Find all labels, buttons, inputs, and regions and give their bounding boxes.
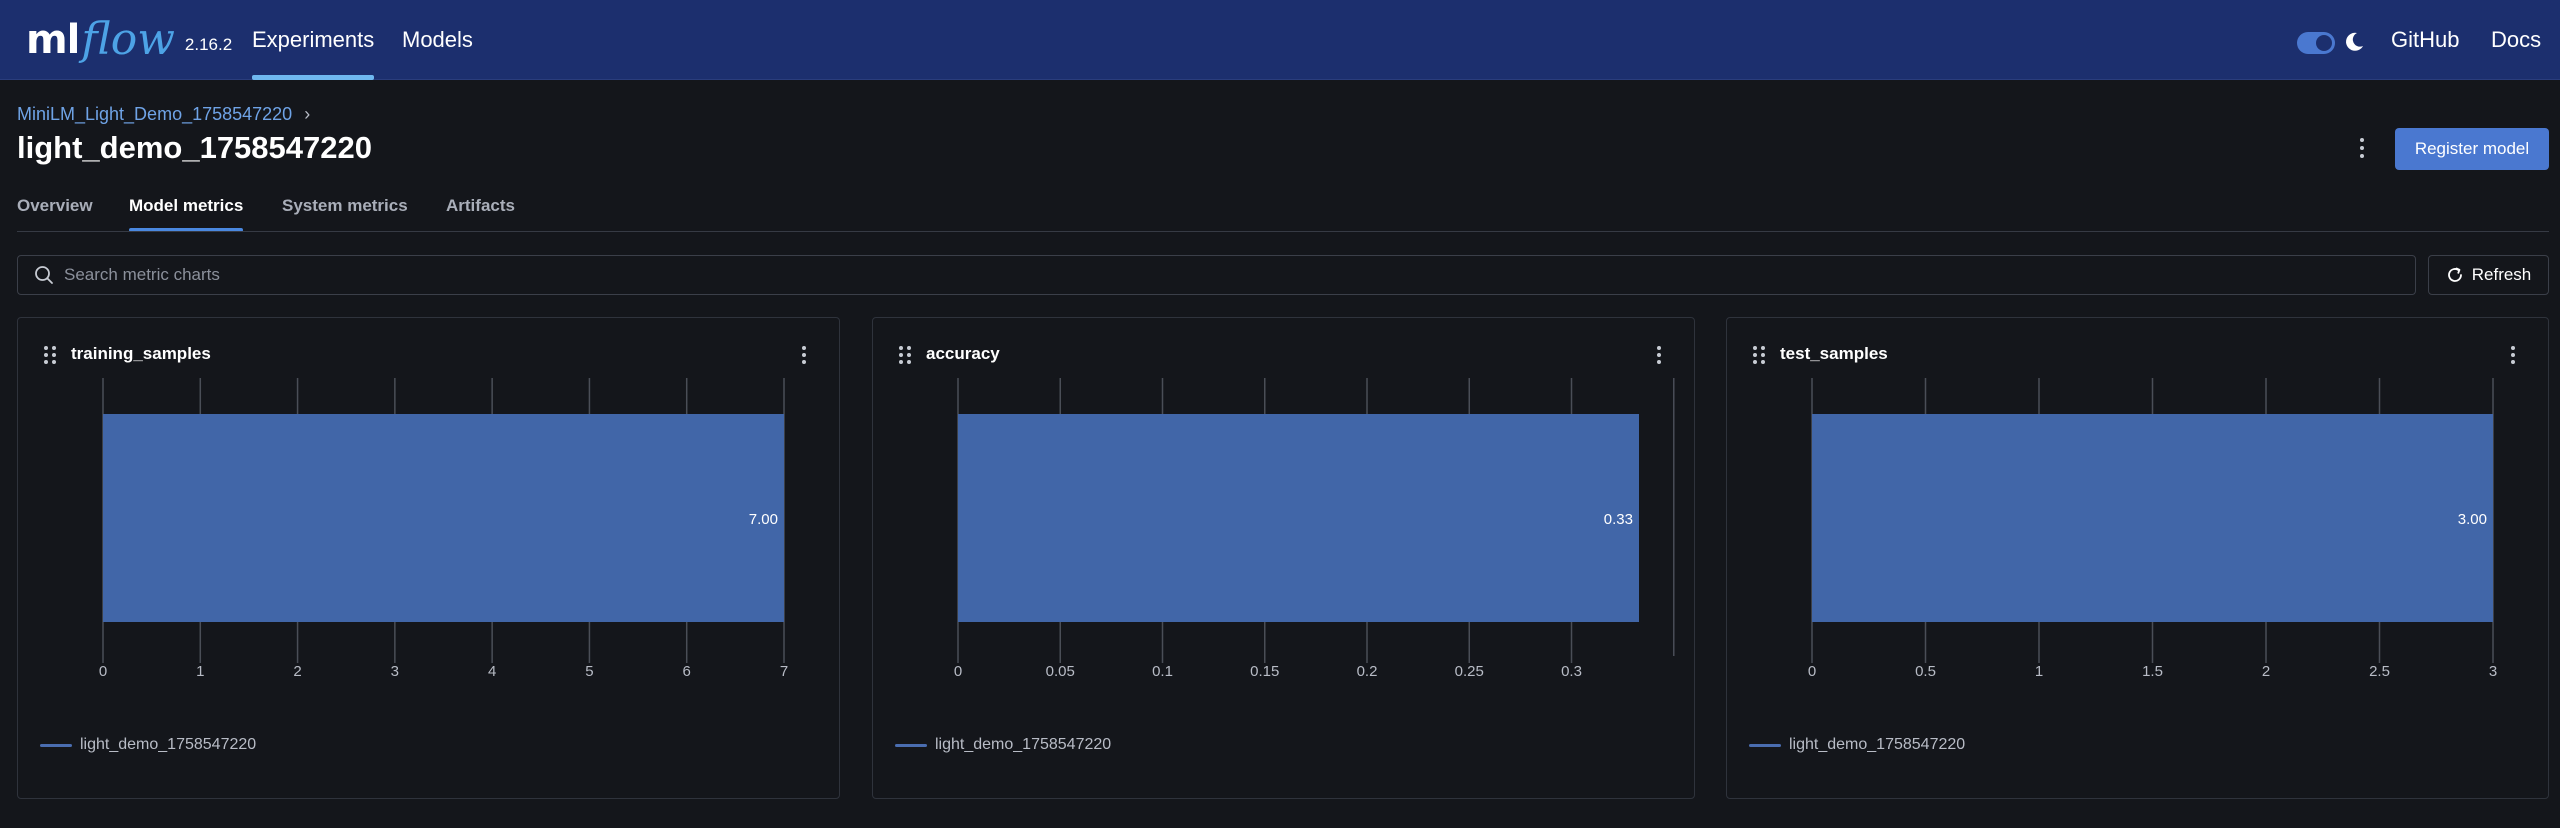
logo-ml-text: ml [26,17,80,63]
kebab-dot [2360,138,2364,142]
chart-title: training_samples [71,344,211,363]
legend-label: light_demo_1758547220 [1789,736,1966,753]
breadcrumb: MiniLM_Light_Demo_1758547220 › [17,104,310,125]
page-title: light_demo_1758547220 [17,130,372,165]
chart-title: test_samples [1780,344,1888,363]
tick-label: 3 [2489,663,2497,680]
data-label: 3.00 [2458,511,2487,528]
chevron-right-icon: › [304,104,311,124]
logo-flow-text: flow [81,14,175,65]
chart-options-button[interactable] [2508,344,2518,366]
legend-swatch [40,743,72,747]
tick-label: 0.5 [1915,663,1936,680]
chart-legend: light_demo_1758547220 [1749,736,1965,754]
refresh-button[interactable]: Refresh [2428,255,2549,295]
bar [1812,414,2493,622]
nav-experiments[interactable]: Experiments [252,0,375,80]
tick-label: 1.5 [2142,663,2163,680]
bar [958,414,1639,622]
search-box[interactable] [17,255,2416,295]
tick-label: 0.2 [1357,663,1378,680]
top-nav-bar: ml flow 2.16.2 Experiments Models GitHub… [0,0,2560,80]
tabs-divider [17,231,2549,232]
metric-card-accuracy: accuracy 0.33 0 0.05 0.1 0.15 0.2 0.25 0.3 ligh… [872,317,1695,799]
moon-icon [2346,32,2363,51]
tick-label: 4 [488,663,496,680]
tab-artifacts[interactable]: Artifacts [446,196,515,232]
tick-label: 7 [780,663,788,680]
theme-toggle[interactable] [2297,32,2335,54]
nav-models-label: Models [402,27,473,52]
more-options-button[interactable] [2352,134,2372,162]
tick-label: 2 [2262,663,2270,680]
nav-models[interactable]: Models [402,0,473,80]
data-label: 7.00 [749,511,778,528]
bar-chart: 7.00 0 1 2 3 4 5 6 7 [99,378,788,680]
legend-swatch [895,743,927,747]
drag-handle-icon[interactable] [44,346,56,364]
mlflow-logo[interactable]: ml flow 2.16.2 [26,8,232,68]
tick-label: 0.1 [1152,663,1173,680]
metric-card-training-samples: training_samples 7.00 0 1 2 3 4 5 6 7 light_demo… [17,317,840,799]
drag-handle-icon[interactable] [899,346,911,364]
search-icon [35,266,53,284]
refresh-label: Refresh [2471,265,2532,284]
tick-label: 1 [196,663,204,680]
bar-chart: 0.33 0 0.05 0.1 0.15 0.2 0.25 0.3 [954,378,1675,680]
tab-system-metrics[interactable]: System metrics [282,196,408,232]
github-label: GitHub [2391,27,2460,52]
tick-label: 3 [391,663,399,680]
chart-options-button[interactable] [1654,344,1664,366]
tick-label: 0 [1808,663,1816,680]
tick-label: 0.15 [1250,663,1279,680]
tab-model-metrics[interactable]: Model metrics [129,196,244,232]
data-label: 0.33 [1604,511,1633,528]
tick-label: 1 [2035,663,2043,680]
tick-label: 0.3 [1561,663,1582,680]
version-label: 2.16.2 [184,35,233,54]
tick-label: 0.05 [1046,663,1075,680]
github-link[interactable]: GitHub [2391,0,2459,80]
legend-label: light_demo_1758547220 [80,736,257,753]
bar-chart: 3.00 0 0.5 1 1.5 2 2.5 3 [1808,378,2497,680]
nav-experiments-label: Experiments [252,27,375,52]
search-input[interactable] [64,265,2264,285]
register-model-button[interactable]: Register model [2395,128,2549,170]
metric-card-test-samples: test_samples 3.00 0 0.5 1 1.5 2 2.5 3 light_dem… [1726,317,2549,799]
tick-label: 6 [683,663,691,680]
tab-overview[interactable]: Overview [17,196,93,232]
drag-handle-icon[interactable] [1753,346,1765,364]
tick-label: 2 [293,663,301,680]
chart-legend: light_demo_1758547220 [40,736,256,754]
breadcrumb-experiment-link[interactable]: MiniLM_Light_Demo_1758547220 [17,104,292,125]
bar [103,414,784,622]
docs-link[interactable]: Docs [2491,0,2541,80]
chart-title: accuracy [926,344,1000,363]
tick-label: 0 [954,663,962,680]
chart-options-button[interactable] [799,344,809,366]
kebab-dot [2360,154,2364,158]
docs-label: Docs [2491,27,2542,52]
tick-label: 5 [585,663,593,680]
tick-label: 0.25 [1455,663,1484,680]
chart-legend: light_demo_1758547220 [895,736,1111,754]
refresh-icon [2447,267,2462,282]
tick-label: 0 [99,663,107,680]
legend-label: light_demo_1758547220 [935,736,1112,753]
legend-swatch [1749,743,1781,747]
kebab-dot [2360,146,2364,150]
tick-label: 2.5 [2369,663,2390,680]
